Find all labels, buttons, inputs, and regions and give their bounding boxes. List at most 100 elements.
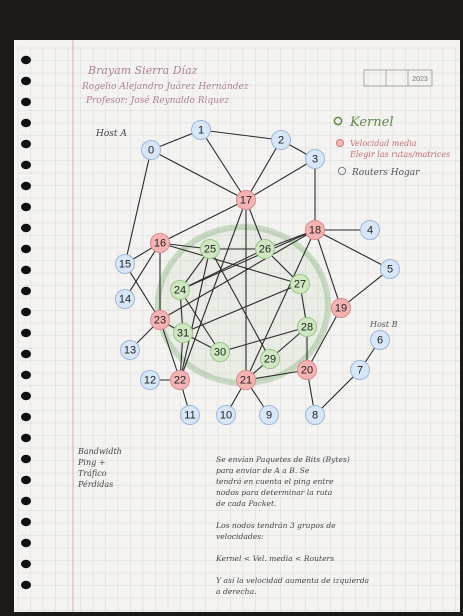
node-label: 0 [148, 145, 154, 157]
spiral-hole [21, 433, 31, 443]
node-label: 3 [312, 154, 318, 166]
node-17: 17 [236, 190, 256, 210]
node-20: 20 [297, 360, 317, 380]
node-11: 11 [180, 405, 200, 425]
node-12: 12 [140, 370, 160, 390]
node-3: 3 [305, 149, 325, 169]
node-label: 14 [119, 294, 131, 306]
node-16: 16 [150, 233, 170, 253]
bottom-left-note-line: Bandwidth [77, 447, 122, 456]
node-label: 20 [301, 365, 313, 377]
legend-routers: Routers Hogar [351, 168, 420, 178]
node-1: 1 [191, 120, 211, 140]
spiral-hole [21, 538, 31, 548]
host-b-note: Host B [369, 320, 398, 329]
author-line-1: Brayam Sierra Díaz [87, 64, 198, 77]
spiral-hole [21, 517, 31, 527]
bottom-left-note-line: Ping + [77, 458, 105, 467]
node-label: 13 [124, 345, 136, 357]
spiral-hole [21, 391, 31, 401]
node-25: 25 [200, 239, 220, 259]
node-label: 9 [266, 410, 272, 422]
node-10: 10 [216, 405, 236, 425]
spiral-hole [21, 55, 31, 65]
node-5: 5 [380, 259, 400, 279]
bottom-left-note-line: Tráfico [78, 469, 107, 478]
node-label: 1 [198, 125, 204, 137]
date-year: 2023 [412, 76, 428, 83]
spiral-hole [21, 370, 31, 380]
node-label: 16 [154, 238, 166, 250]
author-line-3: Profesor: José Reynaldo Riquez [85, 95, 229, 106]
spiral-hole [21, 580, 31, 590]
spiral-hole [21, 160, 31, 170]
node-label: 31 [177, 328, 189, 340]
node-label: 22 [174, 375, 186, 387]
spiral-hole [21, 244, 31, 254]
node-label: 5 [387, 264, 393, 276]
node-label: 15 [119, 259, 131, 271]
node-label: 12 [144, 375, 156, 387]
node-30: 30 [210, 342, 230, 362]
spiral-hole [21, 328, 31, 338]
spiral-hole [21, 559, 31, 569]
node-26: 26 [255, 239, 275, 259]
node-label: 29 [264, 354, 276, 366]
node-24: 24 [170, 280, 190, 300]
bottom-right-note-line: nodos para determinar la ruta [216, 488, 333, 497]
spiral-hole [21, 349, 31, 359]
node-13: 13 [120, 340, 140, 360]
node-7: 7 [350, 360, 370, 380]
spiral-hole [21, 475, 31, 485]
node-label: 28 [301, 322, 313, 334]
node-4: 4 [360, 220, 380, 240]
node-29: 29 [260, 349, 280, 369]
node-label: 30 [214, 347, 226, 359]
bottom-right-note-line: de cada Packet. [216, 499, 276, 508]
bottom-right-note-line: a derecha. [216, 587, 257, 596]
bottom-right-note-line: Y así la velocidad aumenta de izquierda [216, 576, 370, 585]
legend-kernel: Kernel [349, 115, 394, 130]
spiral-hole [21, 181, 31, 191]
node-label: 4 [367, 225, 373, 237]
spiral-hole [21, 118, 31, 128]
spiral-hole [21, 76, 31, 86]
node-22: 22 [170, 370, 190, 390]
node-label: 19 [335, 303, 347, 315]
node-label: 21 [240, 375, 252, 387]
bottom-right-note-line: Kernel < Vel. media < Routers [215, 554, 334, 563]
spiral-hole [21, 286, 31, 296]
node-31: 31 [173, 323, 193, 343]
spiral-hole [21, 412, 31, 422]
bottom-right-note-line: para enviar de A a B. Se [216, 466, 310, 475]
node-label: 26 [259, 244, 271, 256]
node-18: 18 [305, 220, 325, 240]
node-15: 15 [115, 254, 135, 274]
legend-velocidad-2: Elegir las rutas/matrices [349, 150, 450, 159]
node-23: 23 [150, 310, 170, 330]
node-label: 11 [184, 410, 195, 422]
node-label: 24 [174, 285, 186, 297]
node-28: 28 [297, 317, 317, 337]
node-label: 17 [240, 195, 252, 207]
node-14: 14 [115, 289, 135, 309]
legend-velocidad: Velocidad media [350, 139, 417, 148]
author-line-2: Rogelio Alejandro Juárez Hernández [81, 81, 249, 92]
spiral-hole [21, 496, 31, 506]
node-9: 9 [259, 405, 279, 425]
photo-canvas: Brayam Sierra Díaz Rogelio Alejandro Juá… [0, 0, 463, 616]
spiral-hole [21, 223, 31, 233]
node-label: 8 [312, 410, 318, 422]
node-label: 25 [204, 244, 216, 256]
node-21: 21 [236, 370, 256, 390]
node-label: 27 [294, 279, 306, 291]
node-label: 18 [309, 225, 321, 237]
spiral-hole [21, 307, 31, 317]
bottom-right-note-line: velocidades: [216, 532, 264, 541]
node-label: 6 [377, 335, 383, 347]
spiral-hole [21, 202, 31, 212]
bottom-right-note-line: Los nodos tendrán 3 grupos de [215, 521, 336, 530]
node-2: 2 [271, 130, 291, 150]
node-label: 23 [154, 315, 166, 327]
host-a-note: Host A [95, 129, 127, 139]
